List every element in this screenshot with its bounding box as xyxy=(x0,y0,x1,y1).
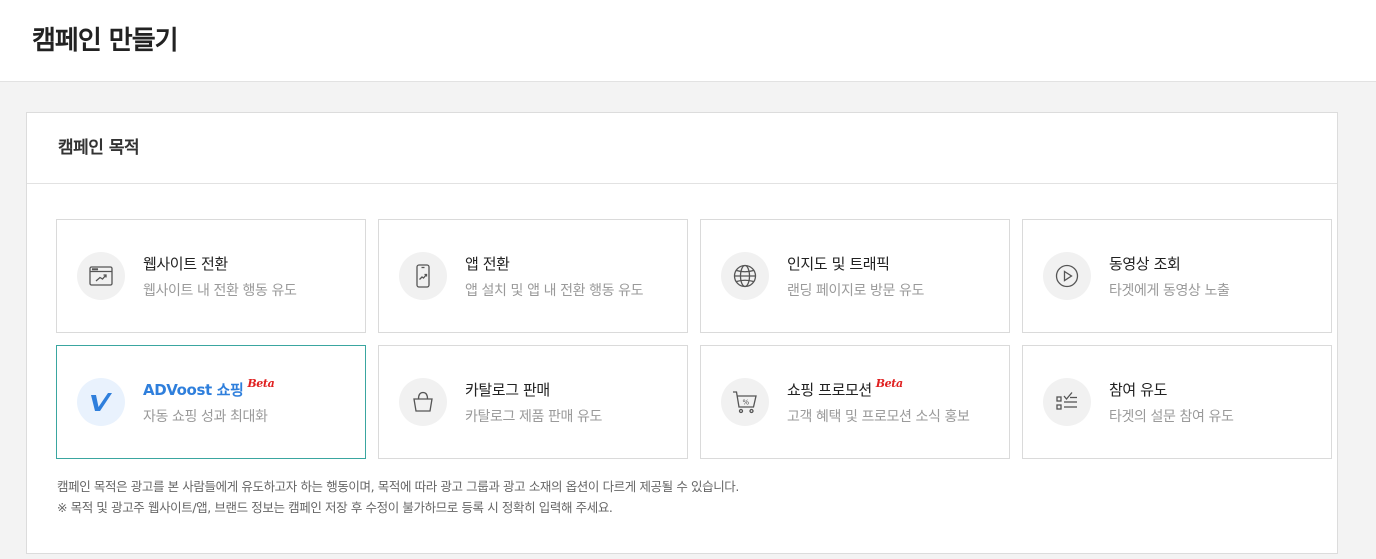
note-line: 캠페인 목적은 광고를 본 사람들에게 유도하고자 하는 행동이며, 목적에 따… xyxy=(57,479,739,494)
option-description: 고객 혜택 및 프로모션 소식 홍보 xyxy=(787,409,970,425)
beta-badge: Beta xyxy=(875,377,903,390)
option-title: 웹사이트 전환 xyxy=(143,255,228,273)
cart-percent-icon: % xyxy=(721,378,769,426)
option-description: 웹사이트 내 전환 행동 유도 xyxy=(143,283,297,299)
option-description: 타겟에게 동영상 노출 xyxy=(1109,283,1230,299)
advoost-logo-icon xyxy=(77,378,125,426)
beta-badge: Beta xyxy=(247,377,275,390)
option-title: 카탈로그 판매 xyxy=(465,381,550,399)
option-title: 참여 유도 xyxy=(1109,381,1167,399)
option-description: 타겟의 설문 참여 유도 xyxy=(1109,409,1234,425)
option-website-conversion[interactable]: 웹사이트 전환 웹사이트 내 전환 행동 유도 xyxy=(56,219,366,333)
option-awareness-traffic[interactable]: 인지도 및 트래픽 랜딩 페이지로 방문 유도 xyxy=(700,219,1010,333)
phone-chart-icon xyxy=(399,252,447,300)
option-catalog-sales[interactable]: 카탈로그 판매 카탈로그 제품 판매 유도 xyxy=(378,345,688,459)
option-description: 앱 설치 및 앱 내 전환 행동 유도 xyxy=(465,283,644,299)
note-line: ※ 목적 및 광고주 웹사이트/앱, 브랜드 정보는 캠페인 저장 후 수정이 … xyxy=(57,500,613,515)
globe-icon xyxy=(721,252,769,300)
option-shopping-promotion[interactable]: % 쇼핑 프로모션 Beta 고객 혜택 및 프로모션 소식 홍보 xyxy=(700,345,1010,459)
objective-notes: 캠페인 목적은 광고를 본 사람들에게 유도하고자 하는 행동이며, 목적에 따… xyxy=(57,476,739,518)
option-engagement[interactable]: 참여 유도 타겟의 설문 참여 유도 xyxy=(1022,345,1332,459)
survey-checklist-icon xyxy=(1043,378,1091,426)
option-title: 쇼핑 프로모션 Beta xyxy=(787,377,903,399)
option-title: 인지도 및 트래픽 xyxy=(787,255,890,273)
browser-chart-icon xyxy=(77,252,125,300)
option-description: 자동 쇼핑 성과 최대화 xyxy=(143,409,268,425)
option-description: 카탈로그 제품 판매 유도 xyxy=(465,409,602,425)
option-video-views[interactable]: 동영상 조회 타겟에게 동영상 노출 xyxy=(1022,219,1332,333)
shopping-bag-icon xyxy=(399,378,447,426)
section-title: 캠페인 목적 xyxy=(58,138,140,158)
option-title: 앱 전환 xyxy=(465,255,510,273)
page-header: 캠페인 만들기 xyxy=(0,0,1376,82)
campaign-objective-card: 캠페인 목적 웹사이트 전환 웹사이트 내 전환 행동 유도 앱 전환 앱 설치… xyxy=(26,112,1338,554)
card-header: 캠페인 목적 xyxy=(27,113,1337,184)
option-advoost-shopping[interactable]: ADVoost 쇼핑 Beta 자동 쇼핑 성과 최대화 xyxy=(56,345,366,459)
option-description: 랜딩 페이지로 방문 유도 xyxy=(787,283,924,299)
play-icon xyxy=(1043,252,1091,300)
option-title: ADVoost 쇼핑 Beta xyxy=(143,377,275,399)
svg-text:%: % xyxy=(743,399,750,407)
page-title: 캠페인 만들기 xyxy=(32,26,179,56)
option-title: 동영상 조회 xyxy=(1109,255,1181,273)
option-app-conversion[interactable]: 앱 전환 앱 설치 및 앱 내 전환 행동 유도 xyxy=(378,219,688,333)
